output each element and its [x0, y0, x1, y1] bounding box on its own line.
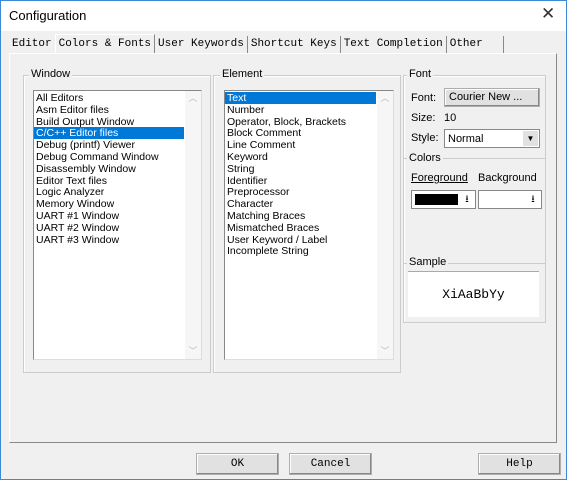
- background-label: Background: [478, 172, 537, 184]
- list-item[interactable]: Mismatched Braces: [225, 222, 376, 234]
- element-group-label: Element: [220, 68, 265, 80]
- list-item[interactable]: Text: [225, 92, 376, 104]
- list-item[interactable]: Debug (printf) Viewer: [34, 139, 184, 151]
- window-title: Configuration: [9, 8, 87, 23]
- help-button[interactable]: Help: [478, 453, 561, 475]
- list-item[interactable]: UART #2 Window: [34, 222, 184, 234]
- list-item[interactable]: Preprocessor: [225, 186, 376, 198]
- font-label: Font:: [411, 92, 437, 104]
- list-item[interactable]: Incomplete String: [225, 245, 376, 257]
- list-item[interactable]: String: [225, 163, 376, 175]
- scroll-up-icon[interactable]: ︿: [377, 91, 393, 104]
- list-item[interactable]: User Keyword / Label: [225, 234, 376, 246]
- font-select-button[interactable]: Courier New ...: [444, 88, 540, 107]
- font-group-label: Font: [407, 68, 434, 80]
- list-item[interactable]: Operator, Block, Brackets: [225, 116, 376, 128]
- list-item[interactable]: All Editors: [34, 92, 184, 104]
- list-item[interactable]: Debug Command Window: [34, 151, 184, 163]
- list-item[interactable]: Disassembly Window: [34, 163, 184, 175]
- style-dropdown[interactable]: Normal ▼: [444, 129, 540, 148]
- foreground-label: Foreground: [411, 172, 468, 184]
- tab-user-keywords[interactable]: User Keywords: [155, 36, 248, 53]
- dropdown-arrow-icon[interactable]: ⭳: [526, 192, 540, 207]
- window-listbox[interactable]: All Editors Asm Editor files Build Output …: [33, 90, 202, 360]
- sample-group-label: Sample: [407, 256, 449, 268]
- list-item[interactable]: Identifier: [225, 175, 376, 187]
- list-item[interactable]: Number: [225, 104, 376, 116]
- ok-button[interactable]: OK: [196, 453, 279, 475]
- tab-bar: Editor Colors & Fonts User Keywords Shor…: [9, 34, 504, 54]
- list-item[interactable]: UART #1 Window: [34, 210, 184, 222]
- size-label: Size:: [411, 112, 436, 124]
- list-item[interactable]: Editor Text files: [34, 175, 184, 187]
- list-item[interactable]: Block Comment: [225, 127, 376, 139]
- cancel-button[interactable]: Cancel: [289, 453, 372, 475]
- background-color-picker[interactable]: ⭳: [478, 190, 542, 209]
- window-list-scrollbar[interactable]: ︿ ﹀: [185, 91, 201, 359]
- element-listbox[interactable]: Text Number Operator, Block, Brackets Block…: [224, 90, 394, 360]
- close-icon[interactable]: ✕: [541, 4, 555, 24]
- sample-preview: XiAaBbYy: [408, 271, 539, 317]
- scroll-down-icon[interactable]: ﹀: [185, 344, 201, 357]
- tab-shortcut-keys[interactable]: Shortcut Keys: [248, 36, 341, 53]
- list-item[interactable]: Matching Braces: [225, 210, 376, 222]
- scroll-down-icon[interactable]: ﹀: [377, 344, 393, 357]
- style-value: Normal: [448, 133, 484, 145]
- colors-group-label: Colors: [407, 152, 443, 164]
- window-group-label: Window: [29, 68, 73, 80]
- tab-other[interactable]: Other: [447, 36, 504, 53]
- list-item[interactable]: Build Output Window: [34, 116, 184, 128]
- tab-colors-fonts[interactable]: Colors & Fonts: [54, 34, 156, 53]
- list-item[interactable]: Line Comment: [225, 139, 376, 151]
- element-list-scrollbar[interactable]: ︿ ﹀: [377, 91, 393, 359]
- list-item[interactable]: C/C++ Editor files: [34, 127, 184, 139]
- foreground-color-picker[interactable]: ⭳: [411, 190, 476, 209]
- size-value: 10: [444, 112, 457, 124]
- chevron-down-icon[interactable]: ▼: [523, 131, 538, 146]
- foreground-swatch: [415, 194, 458, 205]
- list-item[interactable]: UART #3 Window: [34, 234, 184, 246]
- list-item[interactable]: Memory Window: [34, 198, 184, 210]
- list-item[interactable]: Logic Analyzer: [34, 186, 184, 198]
- tab-text-completion[interactable]: Text Completion: [341, 36, 447, 53]
- scroll-up-icon[interactable]: ︿: [185, 91, 201, 104]
- style-label: Style:: [411, 132, 439, 144]
- list-item[interactable]: Keyword: [225, 151, 376, 163]
- list-item[interactable]: Character: [225, 198, 376, 210]
- tab-editor[interactable]: Editor: [9, 36, 55, 53]
- dropdown-arrow-icon[interactable]: ⭳: [460, 192, 474, 207]
- list-item[interactable]: Asm Editor files: [34, 104, 184, 116]
